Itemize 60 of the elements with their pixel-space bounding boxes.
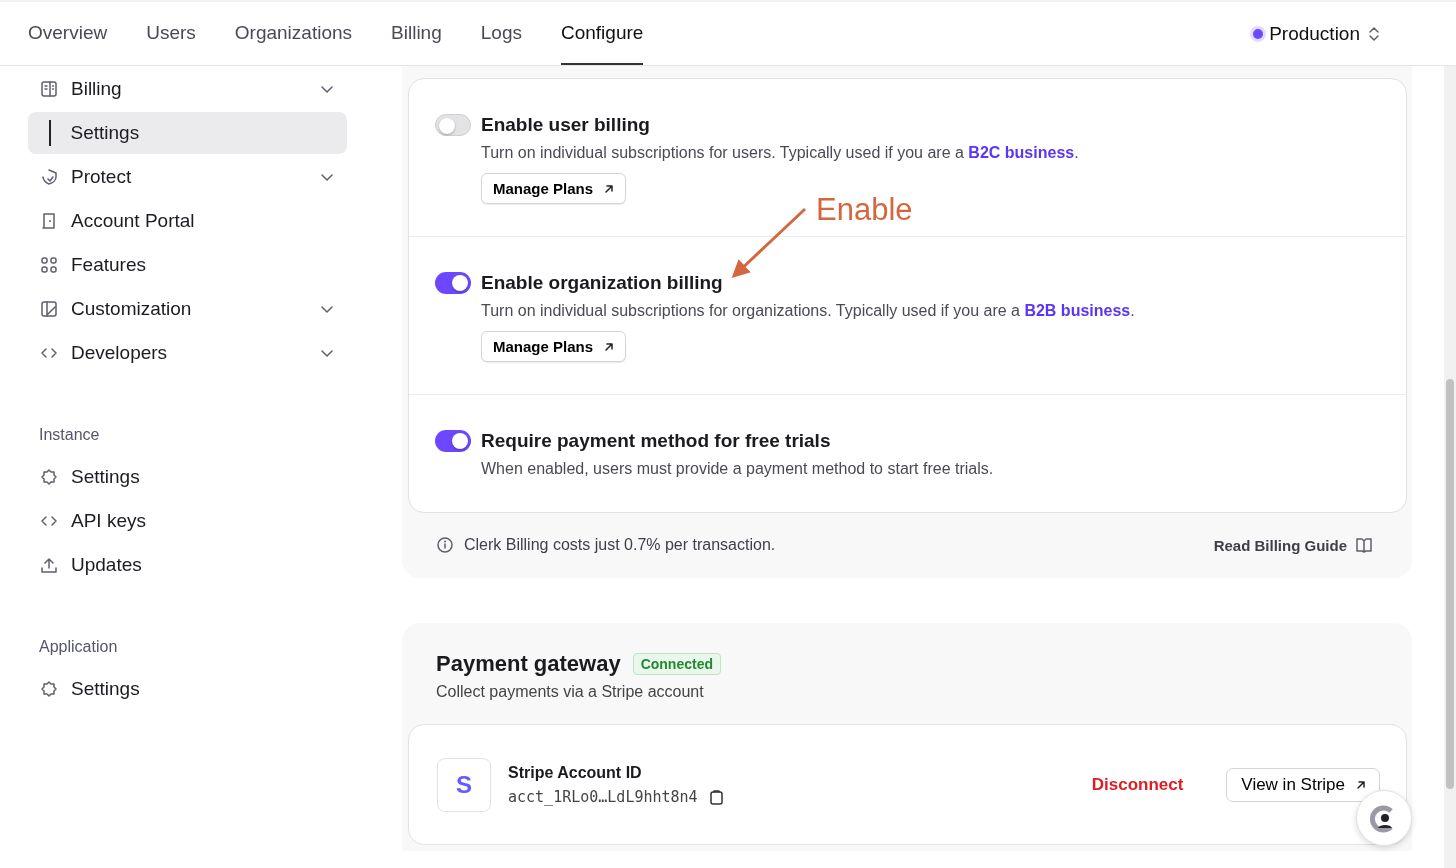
toggle-switch[interactable] [435,272,471,294]
environment-selector[interactable]: Production [1247,2,1388,65]
sidebar-item[interactable]: Account Portal [28,200,347,242]
sidebar-item[interactable]: Features [28,244,347,286]
nav-tab[interactable]: Users [146,2,196,65]
info-icon [436,536,454,554]
book-icon [1355,536,1373,554]
view-in-stripe-button[interactable]: View in Stripe [1226,768,1380,802]
business-link[interactable]: B2C business [968,144,1075,161]
billing-guide-link[interactable]: Read Billing Guide [1207,535,1379,555]
account-label: Stripe Account ID [508,764,643,782]
sidebar-item[interactable]: Customization [28,288,347,330]
manage-plans-button[interactable]: Manage Plans [481,173,627,204]
palette-icon [40,300,58,318]
section-heading: Instance [38,425,101,445]
copy-icon[interactable] [707,788,725,806]
section-subtitle: Collect payments via a Stripe account [435,682,705,702]
account-id: acct_1RLo0…LdL9hht8n4 [508,788,698,806]
gear-icon [40,468,58,486]
shield-icon [40,168,58,186]
sidebar-item[interactable]: Settings [28,668,347,710]
upload-icon [40,556,58,574]
status-dot-icon [1253,28,1264,39]
sidebar-item[interactable]: Billing [28,68,347,110]
sidebar-item[interactable]: Protect [28,156,347,198]
option-description: Turn on individual subscriptions for users. Typically used if you are a B2C business. [481,144,1079,162]
nav-tab[interactable]: Overview [28,2,108,65]
section-title: Payment gateway [436,651,621,677]
sidebar-item[interactable]: Settings [28,112,347,154]
option-title: Enable user billing [481,114,650,136]
external-link-icon [1355,779,1367,791]
nav-tab[interactable]: Logs [480,2,522,65]
stripe-logo: S [437,758,491,812]
business-link[interactable]: B2B business [1024,302,1131,319]
option-description: Turn on individual subscriptions for organizations. Typically used if you are a B2B business. [481,302,1135,320]
scrollbar-thumb[interactable] [1446,379,1454,789]
disconnect-button[interactable]: Disconnect [1085,774,1190,796]
door-icon [40,212,58,230]
option-title: Require payment method for free trials [481,430,831,452]
option-title: Enable organization billing [481,272,723,294]
section-heading: Application [38,637,119,657]
nav-tab[interactable]: Organizations [234,2,353,65]
external-link-icon [603,182,616,195]
annotation-text: Enable [816,192,913,228]
external-link-icon [603,340,616,353]
toggle-switch[interactable] [435,430,471,452]
sidebar-item[interactable]: Developers [28,332,347,374]
updown-chevron-icon [1366,24,1382,43]
pricing-note: Clerk Billing costs just 0.7% per transaction. [464,536,777,554]
manage-plans-button[interactable]: Manage Plans [481,331,627,362]
toggle-switch[interactable] [435,114,471,136]
grid-icon [40,256,58,274]
option-description: When enabled, users must provide a payment method to start free trials. [481,460,994,478]
sidebar-item[interactable]: Settings [28,456,347,498]
status-badge: Connected [632,653,721,675]
nav-tab[interactable]: Billing [391,2,442,65]
sidebar-item[interactable]: Updates [28,544,347,586]
gear-icon [40,680,58,698]
billing-icon [40,80,58,98]
sidebar-item[interactable]: API keys [28,500,347,542]
